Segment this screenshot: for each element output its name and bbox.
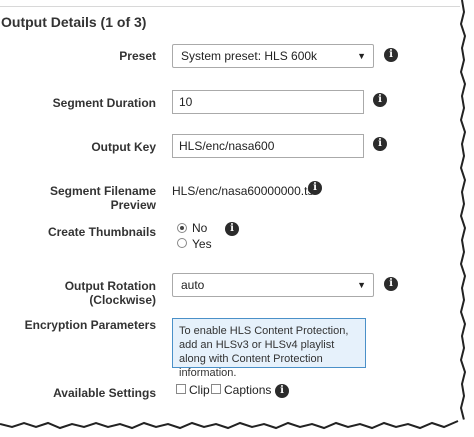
thumbnails-no-radio[interactable] [177,223,187,233]
info-icon[interactable]: i [373,93,387,107]
thumbnails-yes-radio[interactable] [177,238,187,248]
clip-label: Clip [189,383,210,397]
output-rotation-label-main: Output Rotation [64,279,156,293]
output-rotation-label-sub: (Clockwise) [89,293,156,307]
encryption-parameters-label: Encryption Parameters [24,318,156,332]
thumbnails-no-label: No [192,221,208,235]
segment-filename-preview-value: HLS/enc/nasa60000000.ts [172,184,314,198]
output-rotation-label: Output Rotation (Clockwise) [40,279,156,307]
output-key-label: Output Key [91,140,156,154]
captions-checkbox[interactable] [211,384,221,394]
clip-checkbox[interactable] [176,384,186,394]
segment-duration-label: Segment Duration [52,96,156,110]
info-icon[interactable]: i [384,48,398,62]
output-rotation-value: auto [181,278,205,292]
info-icon[interactable]: i [308,181,322,195]
info-icon[interactable]: i [373,137,387,151]
preset-label: Preset [119,49,156,63]
info-icon[interactable]: i [225,222,239,236]
available-settings-label: Available Settings [53,386,156,400]
output-key-input[interactable] [172,134,364,158]
segment-filename-preview-label: Segment Filename Preview [49,184,156,212]
top-divider [0,6,460,7]
captions-label: Captions [224,383,272,397]
thumbnails-yes-label: Yes [192,237,212,251]
info-icon[interactable]: i [384,277,398,291]
torn-edge-right [459,0,474,437]
encryption-notice: To enable HLS Content Protection, add an… [172,318,366,379]
chevron-down-icon: ▼ [357,51,366,61]
section-title: Output Details (1 of 3) [1,14,147,30]
torn-edge-bottom [0,417,474,437]
chevron-down-icon: ▼ [357,280,366,290]
preset-value: System preset: HLS 600k [181,49,318,63]
info-icon[interactable]: i [275,384,289,398]
create-thumbnails-label: Create Thumbnails [47,225,156,239]
segment-duration-input[interactable] [172,90,364,114]
output-rotation-select[interactable]: auto ▼ [172,273,374,297]
output-details-panel: Output Details (1 of 3) Preset System pr… [0,0,462,424]
preset-select[interactable]: System preset: HLS 600k ▼ [172,44,374,68]
